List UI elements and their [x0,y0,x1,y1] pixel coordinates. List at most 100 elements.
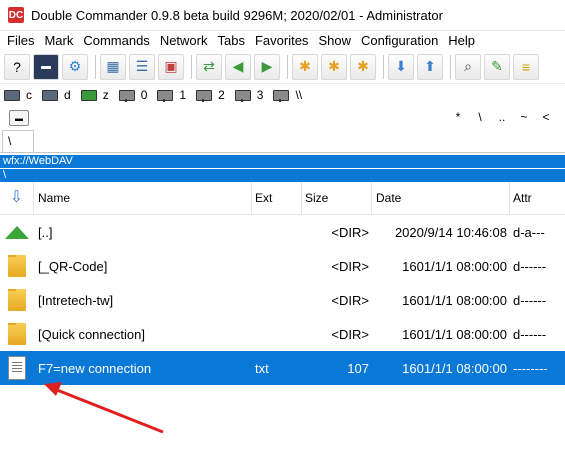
swap-left-icon[interactable]: ◀ [225,53,251,80]
drive-1[interactable]: 1 [157,88,186,102]
file-date: 1601/1/1 08:00:00 [402,258,507,274]
drive-bar: c d z 0 1 2 3 \\ [0,84,565,106]
file-name: [Intretech-tw] [38,292,114,308]
file-row[interactable]: [..] <DIR> 2020/9/14 10:46:08 d-a--- [0,215,565,249]
network-drive-icon [273,89,290,102]
compare-icon[interactable]: ≡ [513,53,539,80]
file-row[interactable]: [_QR-Code] <DIR> 1601/1/1 08:00:00 d----… [0,249,565,283]
mark-invert-icon[interactable]: ✱ [350,53,376,80]
hard-drive-icon [80,89,97,101]
drive-d[interactable]: d [42,88,71,102]
file-attr: -------- [513,360,548,376]
mark-minus-icon[interactable]: ✱ [321,53,347,80]
file-attr: d------ [513,258,547,274]
menu-help[interactable]: Help [443,31,480,50]
network-drive-icon [196,89,213,102]
file-row-selected[interactable]: F7=new connection txt 107 1601/1/1 08:00… [0,351,565,385]
parent-dir-icon [5,225,29,239]
menu-favorites[interactable]: Favorites [250,31,313,50]
network-drive-icon [157,89,174,102]
menu-commands[interactable]: Commands [78,31,154,50]
column-attr[interactable]: Attr [510,182,565,214]
terminal-icon[interactable]: ▬ [33,53,59,80]
quick-nav-buttons: * \ .. ~ < [447,110,557,124]
network-drive-icon [234,89,251,102]
menu-files[interactable]: Files [2,31,39,50]
hard-drive-icon [42,89,58,101]
menu-network[interactable]: Network [155,31,213,50]
root-filter-button[interactable]: * [447,110,469,124]
window-title: Double Commander 0.9.8 beta build 9296M;… [31,7,443,23]
folder-icon [8,323,26,345]
file-row[interactable]: [Quick connection] <DIR> 1601/1/1 08:00:… [0,317,565,351]
file-name: [Quick connection] [38,326,145,342]
file-ext: txt [255,360,269,376]
tab-root[interactable]: \ [2,130,35,152]
column-date[interactable]: Date [372,182,510,214]
path-bar[interactable]: wfx://WebDAV [0,155,565,168]
annotation-arrow-shaft [51,386,164,434]
file-size: 107 [347,360,369,376]
settings-icon[interactable]: ⚙ [62,53,88,80]
tab-strip: \ [0,130,565,153]
drive-c[interactable]: c [4,88,32,102]
current-directory: \ [0,168,565,182]
drive-3[interactable]: 3 [234,88,263,102]
parent-dir-button[interactable]: .. [491,110,513,124]
drive-z[interactable]: z [80,88,109,102]
drive-0[interactable]: 0 [118,88,147,102]
unpack-icon[interactable]: ⬆ [417,53,443,80]
file-row[interactable]: [Intretech-tw] <DIR> 1601/1/1 08:00:00 d… [0,283,565,317]
file-attr: d-a--- [513,224,545,240]
file-name: [_QR-Code] [38,258,108,274]
folder-icon [8,289,26,311]
help-icon[interactable]: ? [4,53,30,80]
swap-right-icon[interactable]: ▶ [254,53,280,80]
search-icon[interactable]: ⌕ [455,53,481,80]
text-file-icon [8,356,26,380]
menu-show[interactable]: Show [313,31,356,50]
menu-bar: Files Mark Commands Network Tabs Favorit… [0,31,565,50]
full-view-icon[interactable]: ☰ [129,53,155,80]
menu-tabs[interactable]: Tabs [213,31,250,50]
pack-icon[interactable]: ⬇ [388,53,414,80]
mark-plus-icon[interactable]: ✱ [292,53,318,80]
toolbar: ? ▬ ⚙ ▦ ☰ ▣ ⇄ ◀ ▶ ✱ ✱ ✱ ⬇ ⬆ ⌕ ✎ ≡ [0,50,565,84]
column-name[interactable]: Name [34,182,252,214]
toolbar-separator [191,54,192,79]
brief-view-icon[interactable]: ▦ [100,53,126,80]
file-size: <DIR> [331,258,369,274]
drive-dropdown-button[interactable]: ▬ [9,110,29,126]
file-size: <DIR> [331,224,369,240]
column-ext[interactable]: Ext [252,182,302,214]
drive-network[interactable]: \\ [273,88,302,102]
hard-drive-icon [4,89,20,101]
menu-configuration[interactable]: Configuration [356,31,443,50]
toolbar-separator [383,54,384,79]
drive-selector-row: ▬ * \ .. ~ < [0,106,565,130]
file-attr: d------ [513,292,547,308]
file-name: F7=new connection [38,360,152,376]
toolbar-separator [95,54,96,79]
file-size: <DIR> [331,326,369,342]
root-dir-button[interactable]: \ [469,110,491,124]
column-size[interactable]: Size [302,182,372,214]
file-attr: d------ [513,326,547,342]
toolbar-separator [287,54,288,79]
file-list: [..] <DIR> 2020/9/14 10:46:08 d-a--- [_Q… [0,215,565,385]
file-name: [..] [38,224,53,240]
home-dir-button[interactable]: ~ [513,110,535,124]
history-button[interactable]: < [535,110,557,124]
network-drive-icon [118,89,135,102]
file-date: 1601/1/1 08:00:00 [402,292,507,308]
title-bar: DC Double Commander 0.9.8 beta build 929… [0,0,565,31]
file-date: 2020/9/14 10:46:08 [394,224,507,240]
folder-icon [8,255,26,277]
toolbar-separator [450,54,451,79]
edit-icon[interactable]: ✎ [484,53,510,80]
column-header: ⇩ Name Ext Size Date Attr [0,182,565,215]
thumbnail-view-icon[interactable]: ▣ [158,53,184,80]
drive-2[interactable]: 2 [196,88,225,102]
menu-mark[interactable]: Mark [39,31,78,50]
copy-paths-icon[interactable]: ⇄ [196,53,222,80]
